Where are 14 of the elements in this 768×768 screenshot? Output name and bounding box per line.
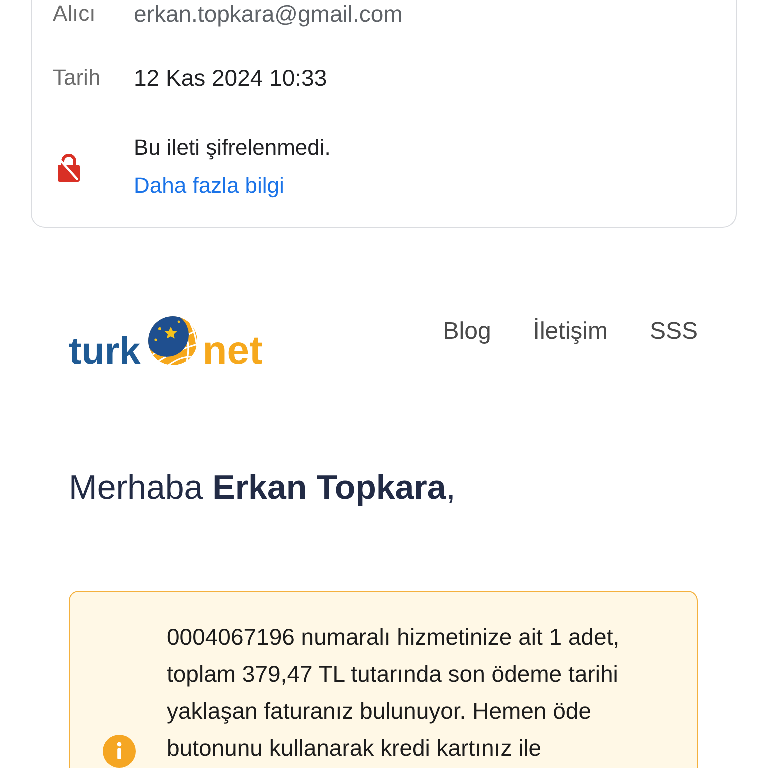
field-label: Alıcı (53, 0, 97, 28)
learn-more-link[interactable]: Daha fazla bilgi (134, 172, 284, 200)
encryption-status-text: Bu ileti şifrelenmedi. (134, 134, 331, 162)
field-value: erkan.topkara@gmail.com (134, 0, 403, 28)
field-value: 12 Kas 2024 10:33 (134, 64, 328, 92)
greeting-text: Merhaba Erkan Topkara, (69, 468, 456, 508)
notice-text: 0004067196 numaralı hizmetinize ait 1 adet, toplam 379,47 TL tutarında son ödeme tarihi yaklaşan faturanız bulunuyor. Hemen öde butonunu kullanarak kredi kartınız ile (167, 623, 621, 763)
logo-text: net (202, 331, 263, 371)
nav-link[interactable]: SSS (650, 318, 698, 346)
logo-text: turk (69, 333, 141, 371)
field-label: Tarih (53, 64, 102, 92)
info-icon (103, 735, 136, 768)
nav-link[interactable]: Blog (443, 318, 492, 346)
nav-link[interactable]: İletişim (533, 318, 608, 346)
